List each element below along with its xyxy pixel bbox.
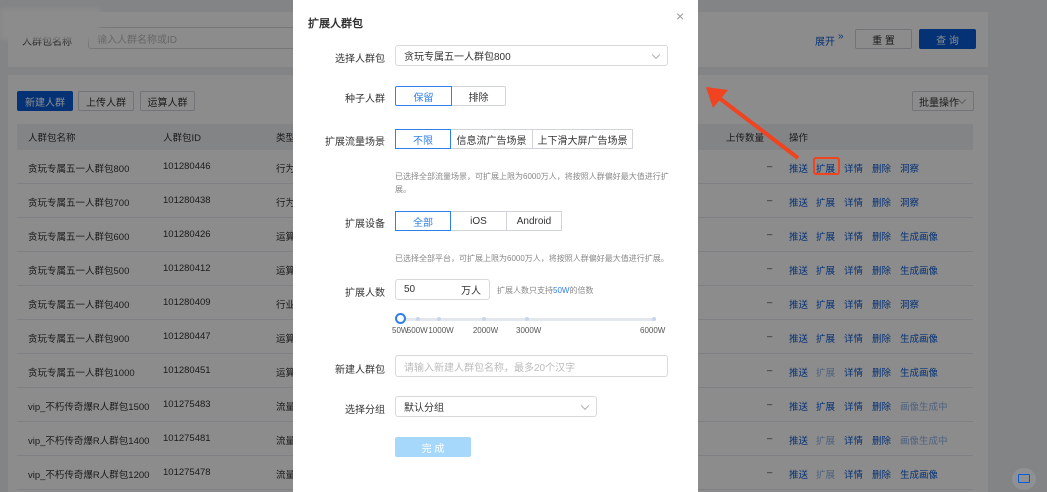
chevron-down-icon [580, 401, 590, 410]
count-unit: 万人 [461, 286, 481, 297]
select-pack-dropdown[interactable]: 贪玩专属五一人群包800 [395, 45, 668, 66]
scene-hint: 已选择全部流量场景，可扩展上限为6000万人，将按照人群偏好最大值进行扩展。 [395, 172, 669, 194]
count-hint-pre: 扩展人数只支持 [497, 286, 553, 295]
submit-button[interactable]: 完 成 [395, 437, 471, 457]
chat-icon [1018, 474, 1030, 483]
slider-mark-label: 6000W [640, 326, 666, 335]
expand-crowd-modal: 扩展人群包 × 选择人群包 贪玩专属五一人群包800 种子人群 保留 排除 扩展… [293, 0, 698, 492]
new-pack-label: 新建人群包 [335, 365, 385, 376]
scene-option-fullscreen[interactable]: 上下滑大屏广告场景 [532, 129, 633, 149]
count-label: 扩展人数 [345, 288, 385, 299]
scene-label: 扩展流量场景 [325, 137, 385, 148]
device-hint: 已选择全部平台，可扩展上限为6000万人，将按照人群偏好最大值进行扩展。 [395, 254, 669, 263]
slider-mark-label: 2000W [472, 326, 499, 335]
select-pack-label: 选择人群包 [335, 54, 385, 65]
annotation-highlight-box [813, 157, 840, 175]
count-slider-handle[interactable] [395, 313, 406, 324]
seed-option-keep[interactable]: 保留 [395, 86, 452, 106]
close-icon[interactable]: × [676, 8, 684, 24]
annotation-arrow-icon [706, 87, 800, 160]
count-input[interactable]: 50 万人 [395, 279, 490, 300]
device-option-all[interactable]: 全部 [395, 211, 451, 231]
slider-mark-label: 1000W [428, 326, 454, 335]
slider-mark[interactable] [652, 317, 656, 321]
device-option-ios[interactable]: iOS [450, 211, 507, 231]
select-pack-value: 贪玩专属五一人群包800 [404, 52, 511, 63]
count-value: 50 [404, 284, 416, 295]
slider-mark[interactable] [415, 317, 420, 321]
scene-option-feed[interactable]: 信息流广告场景 [450, 129, 533, 149]
slider-mark[interactable] [481, 317, 486, 321]
device-label: 扩展设备 [345, 219, 385, 230]
count-hint-em: 50W [553, 286, 570, 295]
count-hint: 扩展人数只支持50W的倍数 [497, 285, 593, 296]
group-value: 默认分组 [404, 403, 444, 414]
device-option-android[interactable]: Android [506, 211, 562, 231]
new-pack-input[interactable]: 请输入新建人群包名称，最多20个汉字 [395, 355, 668, 377]
group-dropdown[interactable]: 默认分组 [395, 396, 597, 417]
slider-mark-label: 3000W [516, 326, 542, 335]
seed-label: 种子人群 [345, 94, 385, 105]
chat-button[interactable] [1012, 468, 1036, 490]
slider-mark-label: 500W [406, 326, 428, 335]
slider-mark[interactable] [525, 317, 529, 321]
chevron-down-icon [651, 50, 661, 59]
seed-option-exclude[interactable]: 排除 [451, 86, 506, 106]
scene-option-unlimited[interactable]: 不限 [395, 129, 451, 149]
group-label: 选择分组 [345, 405, 385, 416]
modal-title: 扩展人群包 [308, 18, 363, 30]
count-hint-post: 的倍数 [569, 286, 594, 295]
